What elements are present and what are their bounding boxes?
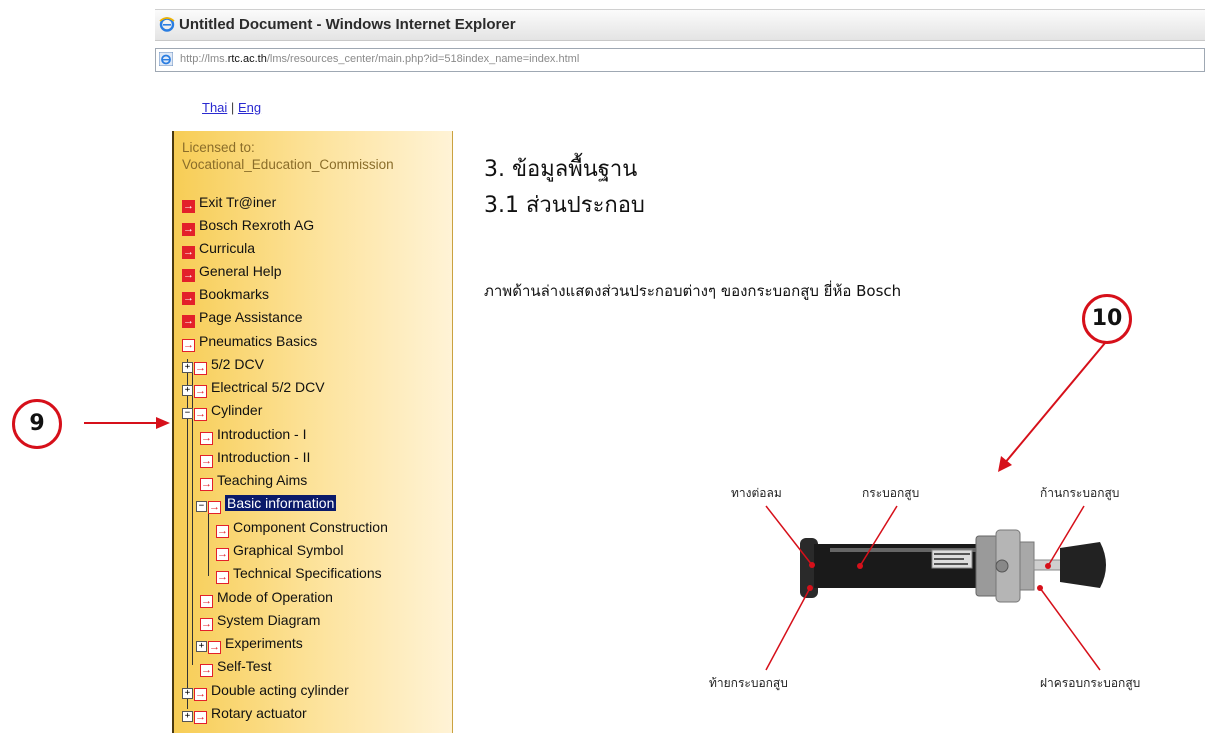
- label-barrel: กระบอกสูบ: [862, 486, 920, 500]
- cylinder-image: [800, 529, 1106, 603]
- leader-port: [765, 505, 813, 566]
- annotation-overlay: [84, 342, 1106, 671]
- label-port: ทางต่อลม: [731, 486, 782, 500]
- callout-9-arrowhead: [156, 417, 170, 429]
- callout-10: 10: [1082, 294, 1132, 344]
- leader-rear: [765, 587, 811, 671]
- label-cover: ฝาครอบกระบอกสูบ: [1040, 676, 1141, 690]
- label-rod: ก้านกระบอกสูบ: [1040, 486, 1120, 500]
- leader-cover: [1039, 587, 1101, 671]
- label-rear: ท้ายกระบอกสูบ: [709, 676, 788, 690]
- callout-9: 9: [12, 399, 62, 449]
- callout-10-arrow: [1003, 342, 1106, 465]
